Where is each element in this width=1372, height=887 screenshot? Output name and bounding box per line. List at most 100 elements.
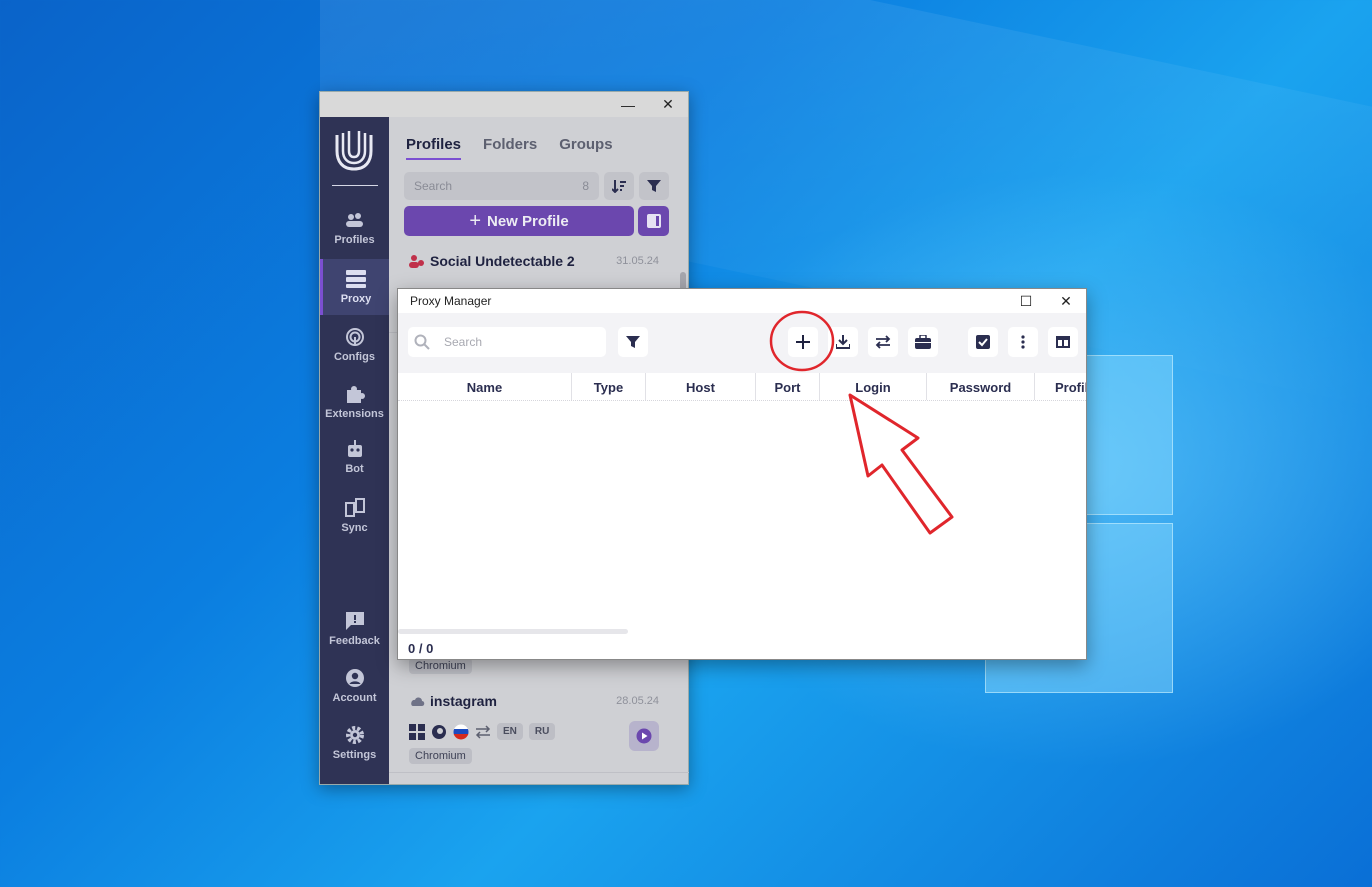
sidebar-item-label: Settings [332, 749, 377, 761]
tab-groups[interactable]: Groups [559, 136, 612, 160]
sidebar-item-profiles[interactable]: Profiles [320, 200, 389, 256]
tab-profiles[interactable]: Profiles [406, 136, 462, 160]
download-icon [836, 335, 850, 349]
cloud-icon [411, 697, 425, 706]
sidebar-item-label: Configs [334, 351, 375, 363]
proxy-count: 0 / 0 [408, 641, 434, 656]
proxy-manager-titlebar: Proxy Manager ☐ ✕ [398, 289, 1086, 313]
sidebar-item-bot[interactable]: Bot [320, 429, 389, 485]
proxy-toolbar: Search [398, 313, 1086, 373]
filter-button[interactable] [639, 172, 669, 200]
robot-icon [344, 439, 366, 459]
puzzle-icon [344, 384, 366, 404]
account-icon [344, 668, 366, 688]
profile-name: instagram [409, 693, 497, 709]
column-port[interactable]: Port [756, 373, 820, 400]
shared-users-icon [409, 255, 424, 268]
column-type[interactable]: Type [572, 373, 646, 400]
plus-icon: + [469, 209, 481, 232]
close-button[interactable]: ✕ [648, 92, 688, 117]
add-proxy-button[interactable] [788, 327, 818, 357]
sidebar-divider [332, 185, 378, 186]
plus-icon [796, 335, 810, 349]
app-logo-icon [335, 131, 373, 171]
sidebar-item-settings[interactable]: Settings [320, 715, 389, 771]
sidebar-item-label: Extensions [325, 408, 384, 420]
language-chip: RU [528, 723, 556, 740]
panel-icon [646, 214, 661, 228]
swap-icon [875, 335, 891, 349]
profile-date: 28.05.24 [616, 695, 659, 707]
sidebar-item-label: Account [332, 692, 377, 704]
app-sidebar: Profiles Proxy Configs Extensions Bot Sy… [320, 117, 389, 784]
filter-icon [626, 336, 640, 348]
gear-icon [344, 725, 366, 745]
minimize-button[interactable]: — [608, 92, 648, 117]
sidebar-item-label: Proxy [340, 293, 372, 305]
users-icon [344, 210, 366, 230]
search-icon [414, 334, 430, 350]
sidebar-item-configs[interactable]: Configs [320, 317, 389, 373]
more-options-button[interactable] [1008, 327, 1038, 357]
select-all-button[interactable] [968, 327, 998, 357]
column-profiles[interactable]: Profil [1035, 373, 1086, 400]
filter-button[interactable] [618, 327, 648, 357]
sidebar-item-label: Feedback [329, 635, 380, 647]
fingerprint-icon [344, 327, 366, 347]
close-button[interactable]: ✕ [1046, 289, 1086, 313]
browser-icon [432, 724, 446, 739]
swap-icon [475, 724, 491, 739]
sort-icon [612, 180, 626, 193]
horizontal-scrollbar[interactable] [398, 629, 628, 634]
column-name[interactable]: Name [398, 373, 572, 400]
column-login[interactable]: Login [820, 373, 927, 400]
profile-row[interactable]: instagram 28.05.24 EN RU Chromium [389, 685, 689, 773]
launch-profile-button[interactable] [629, 721, 659, 751]
search-placeholder: Search [414, 179, 453, 193]
feedback-icon [344, 611, 366, 631]
search-placeholder: Search [444, 335, 483, 349]
sidebar-item-extensions[interactable]: Extensions [320, 374, 389, 430]
profile-count: 8 [582, 179, 589, 193]
windows-icon [409, 723, 425, 740]
sidebar-item-feedback[interactable]: Feedback [320, 601, 389, 657]
app-titlebar: — ✕ [320, 92, 688, 117]
sidebar-item-label: Bot [345, 463, 364, 475]
profile-name: Social Undetectable 2 [409, 253, 575, 269]
sort-button[interactable] [604, 172, 634, 200]
import-button[interactable] [828, 327, 858, 357]
sidebar-item-account[interactable]: Account [320, 658, 389, 714]
column-password[interactable]: Password [927, 373, 1035, 400]
columns-icon [1056, 336, 1070, 348]
browser-chip: Chromium [409, 748, 472, 764]
browser-chip: Chromium [409, 658, 472, 674]
sidebar-item-label: Profiles [334, 234, 375, 246]
new-profile-label: New Profile [487, 212, 569, 230]
checkbox-icon [976, 335, 990, 349]
new-profile-button[interactable]: + New Profile [404, 206, 634, 236]
swap-button[interactable] [868, 327, 898, 357]
play-icon [636, 728, 652, 744]
russia-flag-icon [453, 724, 469, 739]
profile-meta: EN RU [409, 723, 556, 740]
sync-icon [344, 498, 366, 518]
briefcase-button[interactable] [908, 327, 938, 357]
column-host[interactable]: Host [646, 373, 756, 400]
sidebar-item-proxy[interactable]: Proxy [320, 259, 389, 315]
columns-button[interactable] [1048, 327, 1078, 357]
proxy-table-header: Name Type Host Port Login Password Profi… [398, 373, 1086, 401]
tab-folders[interactable]: Folders [483, 136, 537, 160]
server-icon [345, 269, 367, 289]
language-chip: EN [497, 723, 523, 740]
sidebar-item-label: Sync [341, 522, 368, 534]
filter-icon [647, 180, 661, 192]
proxy-search-input[interactable]: Search [408, 327, 606, 357]
side-panel-button[interactable] [638, 206, 669, 236]
more-vertical-icon [1021, 335, 1025, 349]
profile-tabs: Profiles Folders Groups [406, 136, 613, 160]
maximize-button[interactable]: ☐ [1006, 289, 1046, 313]
window-title: Proxy Manager [410, 294, 492, 308]
profile-search-input[interactable]: Search 8 [404, 172, 599, 200]
sidebar-item-sync[interactable]: Sync [320, 488, 389, 544]
profile-date: 31.05.24 [616, 255, 659, 267]
